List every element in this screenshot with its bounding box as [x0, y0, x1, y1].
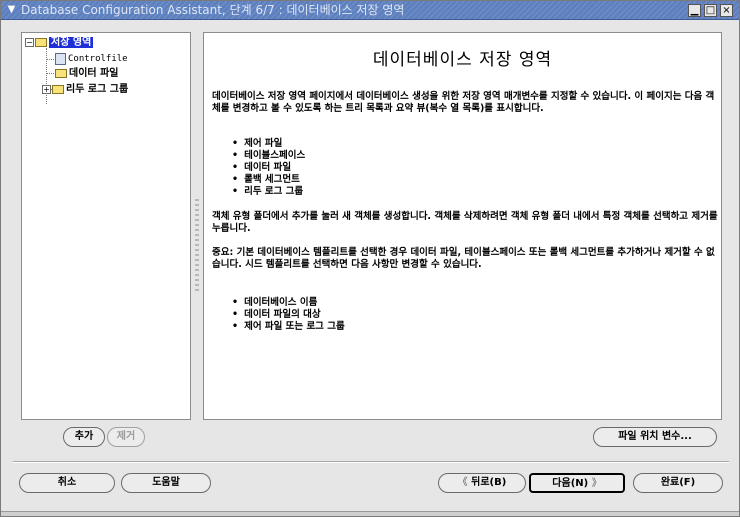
next-label: 다음(N): [552, 478, 589, 489]
tree-item-controlfile[interactable]: Controlfile: [55, 52, 128, 66]
title-bar[interactable]: ▼ Database Configuration Assistant, 단계 6…: [1, 1, 739, 20]
storage-tree[interactable]: − 저장 영역 Controlfile 데이터 파일 + 리두 로그 그룹: [21, 32, 191, 420]
list-item: 데이터 파일: [232, 162, 305, 174]
remove-button[interactable]: 제거: [107, 427, 145, 447]
maximize-icon[interactable]: □: [704, 4, 717, 17]
help-button[interactable]: 도움말: [121, 473, 211, 493]
object-list: 제어 파일 테이블스페이스 데이터 파일 롤백 세그먼트 리두 로그 그룹: [232, 138, 305, 198]
create-remove-paragraph: 객체 유형 폴더에서 추가를 눌러 새 객체를 생성합니다. 객체를 삭제하려면…: [212, 211, 718, 234]
tree-item-label: 데이터 파일: [69, 68, 119, 79]
tree-item-label: 저장 영역: [49, 37, 94, 48]
intro-paragraph: 데이터베이스 저장 영역 페이지에서 데이터베이스 생성을 위한 저장 영역 매…: [212, 91, 715, 114]
footer-separator: [13, 461, 729, 463]
folder-icon: [52, 84, 64, 94]
tree-connector: [46, 59, 54, 60]
help-content-panel: 데이터베이스 저장 영역 데이터베이스 저장 영역 페이지에서 데이터베이스 생…: [203, 32, 722, 420]
tree-item-storage[interactable]: − 저장 영역: [25, 36, 94, 50]
file-location-variables-button[interactable]: 파일 위치 변수...: [593, 427, 717, 447]
list-item: 제어 파일 또는 로그 그룹: [232, 321, 345, 333]
add-button[interactable]: 추가: [63, 427, 105, 447]
changeable-list: 데이터베이스 이름 데이터 파일의 대상 제어 파일 또는 로그 그룹: [232, 297, 345, 333]
back-label: 뒤로(B): [471, 477, 507, 488]
expand-icon[interactable]: +: [42, 84, 51, 94]
list-item: 제어 파일: [232, 138, 305, 150]
note-paragraph: 중요: 기본 데이터베이스 템플리트를 선택한 경우 데이터 파일, 테이블스페…: [212, 247, 715, 270]
list-item: 데이터베이스 이름: [232, 297, 345, 309]
back-button[interactable]: 《 뒤로(B): [438, 473, 526, 493]
dbca-window: ▼ Database Configuration Assistant, 단계 6…: [0, 0, 740, 517]
minimize-icon[interactable]: ▁: [688, 4, 701, 17]
tree-item-label: 리두 로그 그룹: [66, 84, 129, 95]
list-item: 데이터 파일의 대상: [232, 309, 345, 321]
next-button[interactable]: 다음(N) 》: [529, 473, 625, 493]
window-menu-icon[interactable]: ▼: [4, 3, 19, 17]
folder-icon: [55, 68, 67, 78]
next-arrow-icon: 》: [591, 478, 602, 489]
back-arrow-icon: 《: [457, 477, 468, 488]
controlfile-icon: [55, 52, 66, 65]
collapse-icon[interactable]: −: [25, 37, 34, 47]
cancel-button[interactable]: 취소: [19, 473, 115, 493]
tree-item-redo-log-groups[interactable]: + 리두 로그 그룹: [42, 83, 128, 97]
tree-item-datafile[interactable]: 데이터 파일: [55, 67, 118, 81]
tree-item-label: Controlfile: [68, 54, 128, 64]
page-heading: 데이터베이스 저장 영역: [372, 50, 553, 70]
list-item: 테이블스페이스: [232, 150, 305, 162]
close-icon[interactable]: ×: [720, 4, 733, 17]
finish-button[interactable]: 완료(F): [633, 473, 723, 493]
window-bottom-frame: [1, 511, 739, 516]
list-item: 롤백 세그먼트: [232, 174, 305, 186]
folder-icon: [35, 37, 47, 47]
list-item: 리두 로그 그룹: [232, 186, 305, 198]
window-title: Database Configuration Assistant, 단계 6/7…: [21, 3, 405, 17]
pane-splitter[interactable]: [195, 196, 199, 291]
tree-connector: [46, 73, 54, 74]
